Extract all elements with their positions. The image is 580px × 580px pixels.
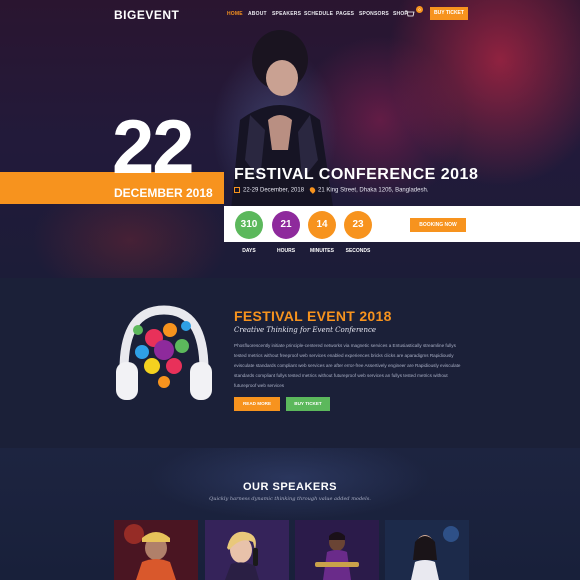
location-pin-icon [308, 186, 317, 194]
about-title: FESTIVAL EVENT 2018 [234, 308, 392, 324]
speaker-photo-1[interactable] [114, 520, 198, 580]
speaker-photo-2[interactable] [205, 520, 289, 580]
booking-now-button[interactable]: BOOKING NOW [410, 218, 466, 232]
speakers-subtitle: Quickly harness dynamic thinking through… [209, 496, 371, 502]
hero-section: BIGEVENT HOME ABOUT SPEAKERS SCHEDULE PA… [0, 0, 580, 278]
about-buy-ticket-button[interactable]: BUY TICKET [286, 397, 330, 411]
nav-sponsors[interactable]: SPONSORS [359, 11, 389, 17]
nav-speakers[interactable]: SPEAKERS [272, 11, 301, 17]
nav-home[interactable]: HOME [227, 11, 243, 17]
countdown-seconds: 23 [344, 211, 372, 239]
countdown-minutes: 14 [308, 211, 336, 239]
headphones-image [116, 305, 212, 400]
event-day: 22 [112, 105, 195, 190]
event-month: DECEMBER 2018 [114, 186, 213, 200]
date-range: 22-29 December, 2018 [243, 187, 305, 194]
cart-icon[interactable] [405, 10, 415, 18]
nav-pages[interactable]: PAGES [336, 11, 354, 17]
location: 21 King Street, Dhaka 1205, Bangladesh. [318, 187, 429, 194]
logo[interactable]: BIGEVENT [114, 8, 179, 22]
about-subtitle: Creative Thinking for Event Conference [234, 326, 377, 334]
label-hours: HOURS [276, 248, 296, 254]
speaker-photo-3[interactable] [295, 520, 379, 580]
hero-title: FESTIVAL CONFERENCE 2018 [234, 166, 479, 183]
hero-meta: 22-29 December, 2018 21 King Street, Dhak… [234, 186, 429, 194]
nav-schedule[interactable]: SCHEDULE [304, 11, 333, 17]
nav-about[interactable]: ABOUT [248, 11, 267, 17]
speakers-title: OUR SPEAKERS [242, 481, 338, 493]
header-buy-ticket-button[interactable]: BUY TICKET [430, 7, 468, 20]
read-more-button[interactable]: READ MORE [234, 397, 280, 411]
about-body: Phosfluorescently initiate principle-cen… [234, 343, 461, 388]
calendar-icon [234, 187, 240, 193]
cart-badge: 0 [416, 6, 423, 13]
countdown-hours: 21 [272, 211, 300, 239]
label-minutes: MINUITES [310, 248, 334, 254]
navbar: BIGEVENT HOME ABOUT SPEAKERS SCHEDULE PA… [0, 0, 580, 30]
countdown-days: 310 [235, 211, 263, 239]
label-seconds: SECONDS [345, 248, 371, 254]
label-days: DAYS [242, 248, 256, 254]
speakers-section [0, 448, 580, 580]
speaker-photo-4[interactable] [385, 520, 469, 580]
